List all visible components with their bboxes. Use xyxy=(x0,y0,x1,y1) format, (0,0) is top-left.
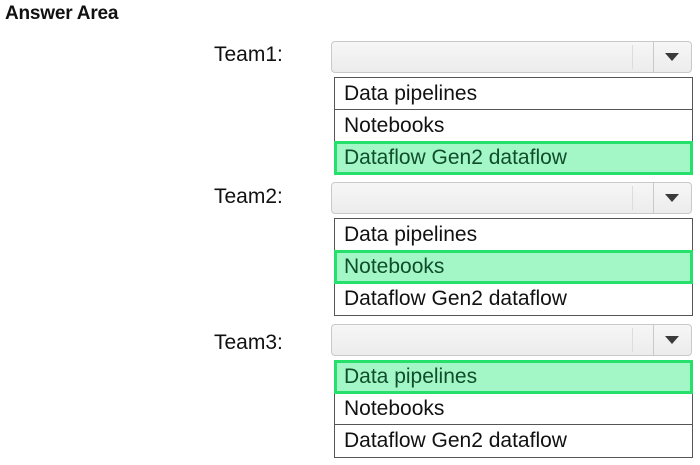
dropdown-separator xyxy=(632,328,633,352)
team1-option-notebooks[interactable]: Notebooks xyxy=(335,110,692,142)
team3-option-notebooks[interactable]: Notebooks xyxy=(335,393,692,425)
team2-dropdown-toggle[interactable] xyxy=(653,183,691,213)
team2-option-notebooks[interactable]: Notebooks xyxy=(334,250,693,284)
team1-label: Team1: xyxy=(214,43,283,66)
team2-options-list: Data pipelines Notebooks Dataflow Gen2 d… xyxy=(334,218,693,316)
answer-area-title: Answer Area xyxy=(5,3,119,24)
team3-options-list: Data pipelines Notebooks Dataflow Gen2 d… xyxy=(334,360,693,458)
team3-option-data-pipelines[interactable]: Data pipelines xyxy=(334,360,693,394)
dropdown-separator xyxy=(632,186,633,210)
team3-option-dataflow-gen2[interactable]: Dataflow Gen2 dataflow xyxy=(335,425,692,457)
team1-dropdown[interactable] xyxy=(331,41,692,73)
team3-dropdown[interactable] xyxy=(331,324,692,356)
team1-options-list: Data pipelines Notebooks Dataflow Gen2 d… xyxy=(334,77,693,175)
team2-label: Team2: xyxy=(214,185,283,208)
team1-dropdown-toggle[interactable] xyxy=(653,42,691,72)
chevron-down-icon xyxy=(665,194,679,202)
chevron-down-icon xyxy=(665,336,679,344)
team2-option-data-pipelines[interactable]: Data pipelines xyxy=(335,219,692,251)
dropdown-separator xyxy=(632,45,633,69)
team1-option-dataflow-gen2[interactable]: Dataflow Gen2 dataflow xyxy=(334,141,693,175)
team2-dropdown[interactable] xyxy=(331,182,692,214)
chevron-down-icon xyxy=(665,53,679,61)
team3-label: Team3: xyxy=(214,331,283,354)
team1-option-data-pipelines[interactable]: Data pipelines xyxy=(335,78,692,110)
team2-option-dataflow-gen2[interactable]: Dataflow Gen2 dataflow xyxy=(335,283,692,315)
team3-dropdown-toggle[interactable] xyxy=(653,325,691,355)
